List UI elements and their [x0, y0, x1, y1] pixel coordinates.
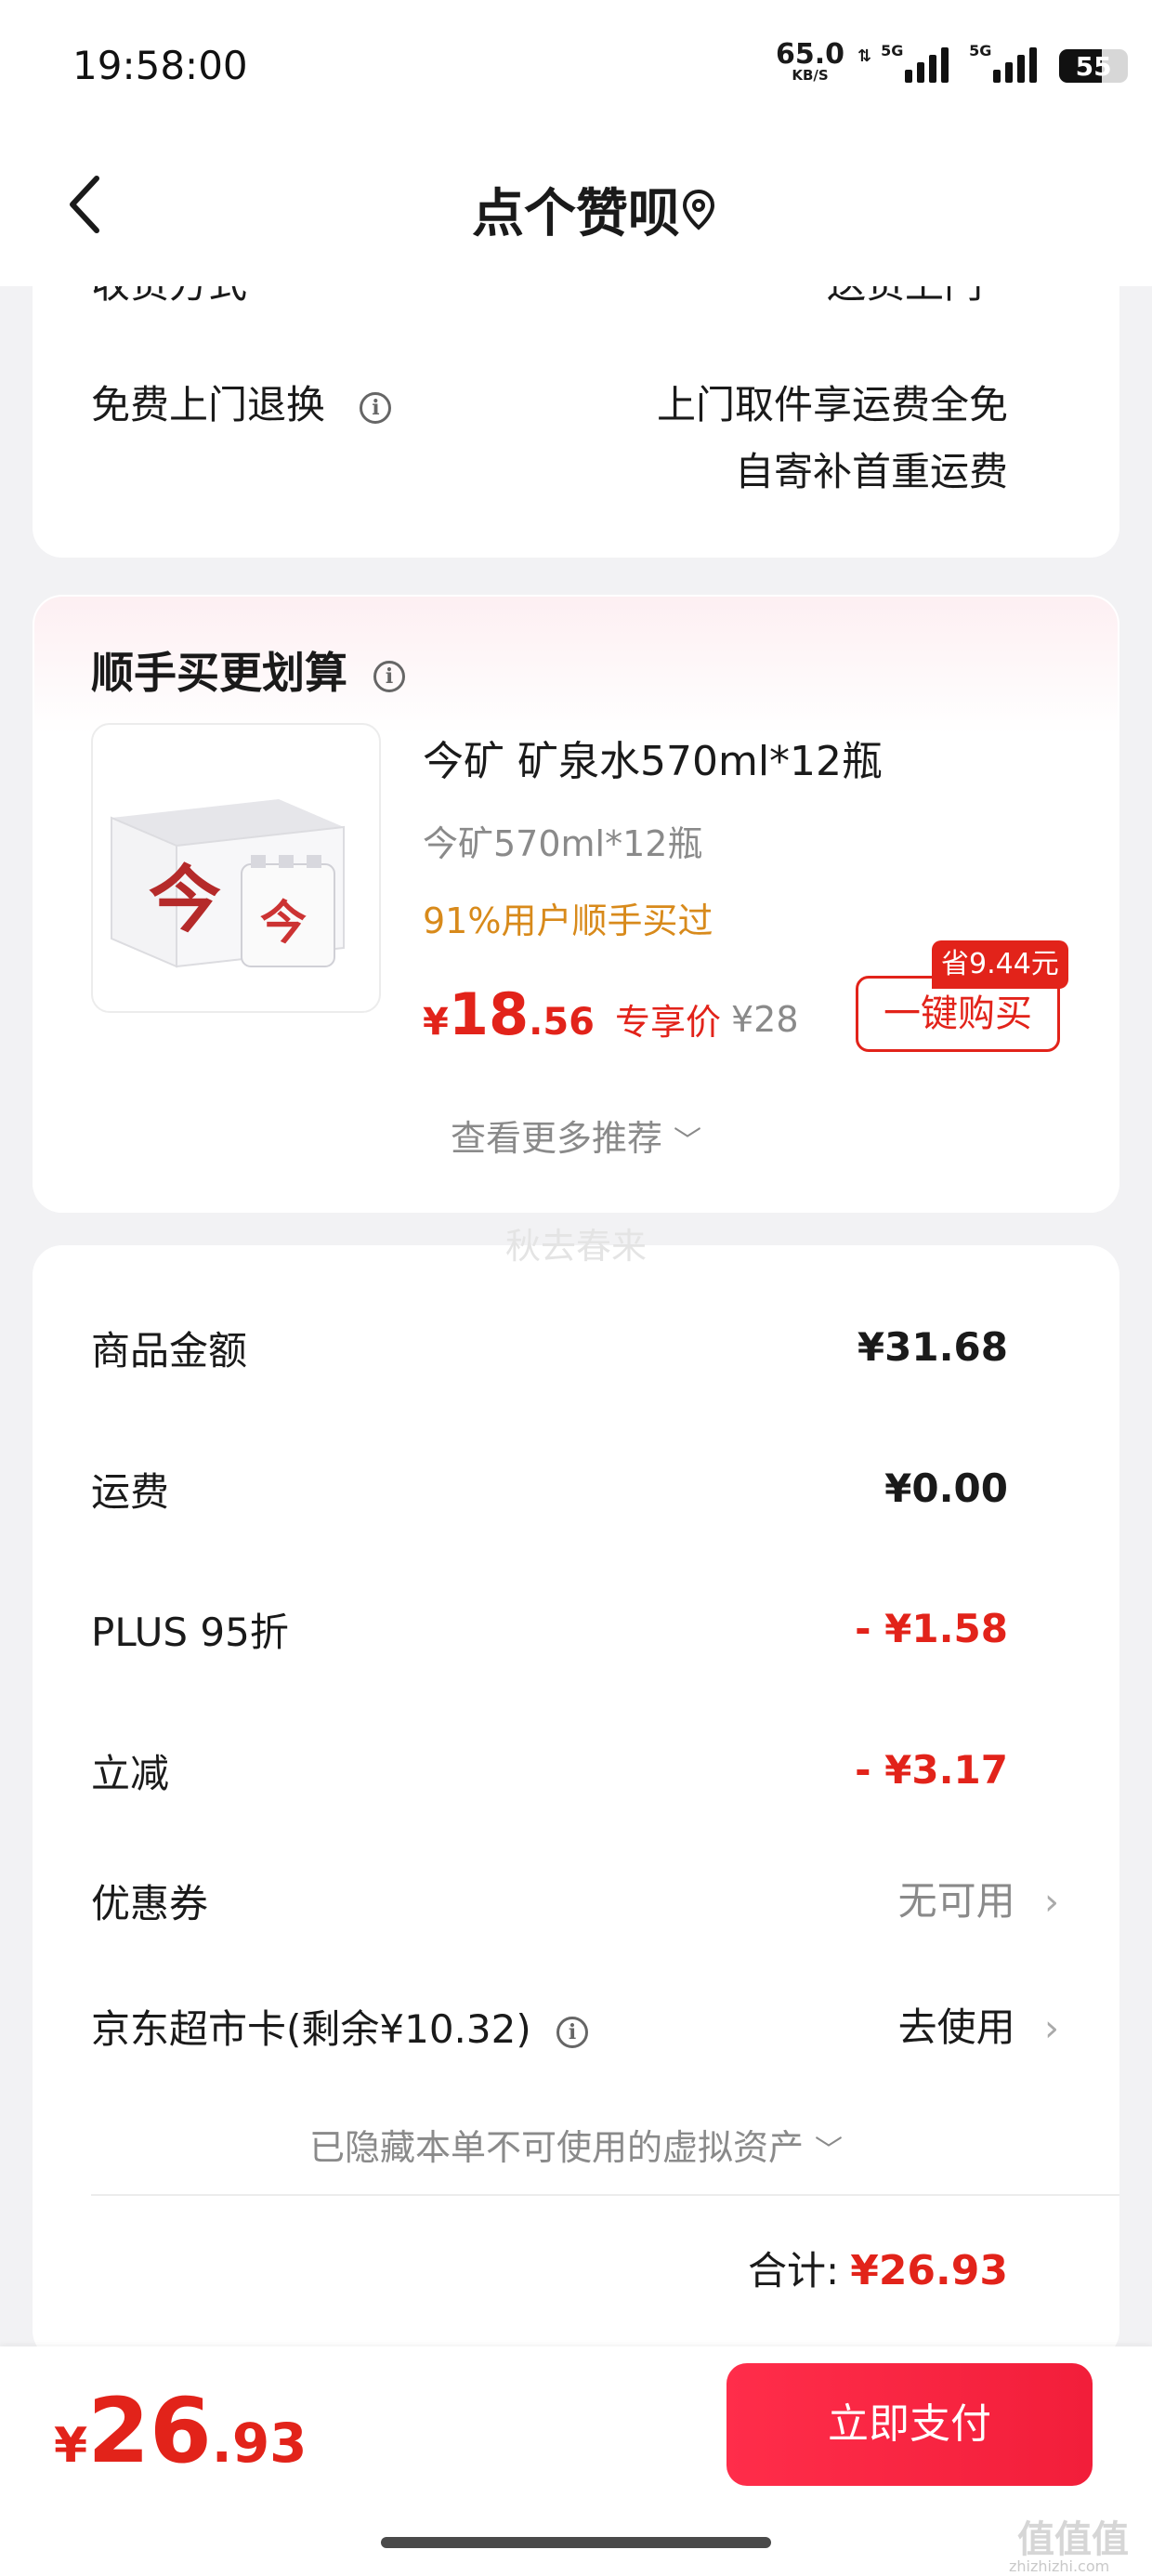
- water-box-image: 今 今: [111, 799, 345, 968]
- status-icons: 65.0 KB/S ⇅ 5G 5G 55: [776, 38, 1129, 84]
- coupon-selector[interactable]: 无可用 ›: [898, 1870, 1059, 1926]
- save-badge: 省9.44元: [932, 940, 1068, 989]
- supermarket-card-label: 京东超市卡(剩余¥10.32) i: [91, 1998, 589, 2055]
- addon-title: 顺手买更划算 i: [91, 639, 406, 701]
- order-summary-card: [33, 1245, 1119, 2360]
- svg-text:今: 今: [149, 858, 221, 942]
- summary-value-shipping: ¥0.00: [884, 1465, 1008, 1511]
- signal-icon-1: 5G: [881, 42, 949, 83]
- free-return-value-1: 上门取件享运费全免: [656, 382, 1008, 427]
- signal-icon-2: 5G: [969, 42, 1038, 83]
- summary-label-discount: 立减: [91, 1751, 170, 1796]
- site-watermark-logo: 值值值: [1017, 2518, 1129, 2561]
- product-name[interactable]: 今矿 矿泉水570ml*12瓶: [423, 728, 883, 787]
- page-title: 点个赞呗: [472, 184, 680, 244]
- coupon-label: 优惠券: [91, 1881, 209, 1926]
- info-icon[interactable]: i: [556, 2016, 589, 2048]
- summary-value-goods: ¥31.68: [857, 1324, 1008, 1370]
- buy-rate-text: 91%用户顺手买过: [423, 900, 713, 941]
- chevron-down-icon: ﹀: [674, 1125, 702, 1158]
- summary-label-goods: 商品金额: [91, 1328, 248, 1373]
- network-speed: 65.0 KB/S: [776, 38, 845, 84]
- pay-amount: ¥ 26 .93: [54, 2379, 308, 2483]
- data-arrows-icon: ⇅: [857, 46, 872, 66]
- status-time: 19:58:00: [72, 43, 248, 88]
- use-card-button[interactable]: 去使用 ›: [898, 1996, 1059, 2053]
- exclusive-price: ¥ 18 .56 专享价: [423, 980, 721, 1048]
- summary-label-shipping: 运费: [91, 1469, 170, 1515]
- more-recommendations-link[interactable]: 查看更多推荐 ﹀: [0, 1110, 1152, 1161]
- location-icon[interactable]: [681, 189, 716, 235]
- original-price: ¥28: [731, 999, 799, 1040]
- divider: [91, 2194, 1119, 2196]
- summary-value-plus: - ¥1.58: [855, 1606, 1008, 1651]
- summary-label-plus: PLUS 95折: [91, 1610, 289, 1655]
- free-return-value-2: 自寄补首重运费: [734, 449, 1008, 494]
- top-bar: 19:58:00 65.0 KB/S ⇅ 5G 5G 55 点个赞呗: [0, 0, 1152, 286]
- free-return-label: 免费上门退换 i: [91, 374, 392, 430]
- hidden-assets-toggle[interactable]: 已隐藏本单不可使用的虚拟资产 ﹀: [0, 2119, 1152, 2170]
- summary-value-discount: - ¥3.17: [855, 1747, 1008, 1793]
- product-image[interactable]: 今 今: [91, 723, 381, 1013]
- chevron-right-icon: ›: [1044, 2007, 1059, 2050]
- site-watermark-url: zhizhizhi.com: [1009, 2557, 1110, 2575]
- pay-now-button[interactable]: 立即支付: [727, 2363, 1093, 2486]
- product-spec: 今矿570ml*12瓶: [423, 823, 703, 864]
- order-total: 合计: ¥26.93: [748, 2247, 1008, 2294]
- battery-icon: 55: [1059, 49, 1129, 83]
- chevron-right-icon: ›: [1044, 1881, 1059, 1924]
- info-icon[interactable]: i: [360, 391, 392, 424]
- info-icon[interactable]: i: [373, 660, 406, 692]
- home-indicator[interactable]: [381, 2537, 771, 2548]
- chevron-down-icon: ﹀: [815, 2135, 844, 2167]
- watermark-text: 秋去春来: [504, 1226, 647, 1267]
- svg-text:今: 今: [260, 895, 307, 950]
